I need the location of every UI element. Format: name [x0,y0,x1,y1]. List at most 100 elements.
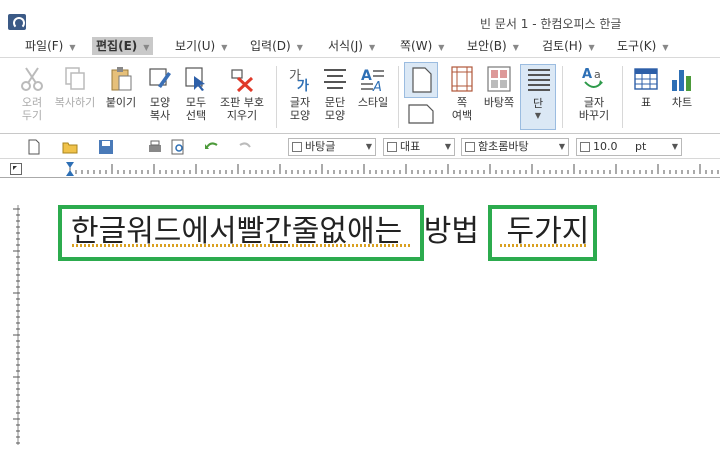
landscape-page-icon [408,104,434,124]
char-replace-icon: A a [582,67,603,88]
chevron-down-icon: ▼ [588,43,595,52]
tab-type-icon[interactable] [10,163,22,175]
highlight-box [58,205,424,261]
style-label: 스타일 [357,96,389,109]
language-select[interactable]: 대표 ▼ [383,138,455,156]
language-select-value: 대표 [400,140,421,153]
ribbon-separator [398,66,399,128]
chevron-down-icon: ▼ [221,43,228,52]
redo-icon[interactable] [238,139,254,155]
menu-item[interactable]: 도구(K) ▼ [617,37,668,55]
select-all-icon [185,67,205,91]
char-shape-icon: 가 가 [289,69,309,92]
chevron-down-icon: ▼ [69,43,76,52]
chevron-down-icon: ▼ [534,111,542,120]
menu-item[interactable]: 편집(E) ▼ [92,37,154,55]
style-select[interactable]: 바탕글 ▼ [288,138,376,156]
save-disk-icon[interactable] [98,139,114,155]
column-label: 단 [532,97,544,110]
format-brush-icon [149,68,171,88]
paragraph-icon [324,69,346,89]
chart-button[interactable]: 차트 [662,64,702,130]
scissors-icon [21,67,43,91]
ruler-ticks [66,162,719,176]
select-all-label: 모두 선택 [185,96,207,122]
menu-item-label: 보안(B) [467,39,507,53]
open-folder-icon[interactable] [62,139,78,155]
chevron-down-icon: ▼ [143,43,150,52]
menu-item-label: 파일(F) [25,39,64,53]
menu-item[interactable]: 보기(U) ▼ [175,37,227,55]
paragraph-style-icon [292,142,302,152]
menu-item[interactable]: 파일(F) ▼ [25,37,76,55]
menu-item-label: 검토(H) [542,39,583,53]
cut-button[interactable]: 오려 두기 [12,64,52,130]
select-all-button[interactable]: 모두 선택 [176,64,216,130]
menu-item[interactable]: 입력(D) ▼ [250,37,303,55]
font-size-icon [580,142,590,152]
window-title: 빈 문서 1 - 한컴오피스 한글 [480,17,622,31]
print-preview-icon[interactable] [170,139,186,155]
menu-item-label: 편집(E) [96,39,138,53]
menu-item[interactable]: 쪽(W) ▼ [400,37,444,55]
background-page-icon [487,66,511,92]
style-button[interactable]: A A 스타일 [353,64,393,130]
svg-text:A: A [372,80,382,92]
portrait-page-icon [412,67,432,93]
chevron-down-icon: ▼ [438,43,445,52]
chevron-down-icon: ▼ [368,43,376,52]
font-size-value: 10.0 [593,140,618,153]
app-window: 빈 문서 1 - 한컴오피스 한글 파일(F) ▼ 편집(E) ▼ 보기(U) ▼ 입력(D… [0,0,720,453]
svg-text:A: A [582,67,592,82]
chart-label: 차트 [671,96,693,109]
delete-markup-label: 조판 부호 지우기 [220,96,264,122]
font-size-select[interactable]: 10.0 pt ▼ [576,138,682,156]
hancom-logo-icon [8,14,26,30]
print-icon[interactable] [147,139,163,155]
columns-icon [528,69,550,91]
font-icon [465,142,475,152]
menu-item-label: 도구(K) [617,39,657,53]
ribbon: 오려 두기 복사하기 붙이기 모양 복사 모두 선택 조판 부호 지우기 가 가… [0,58,720,134]
highlight-box [488,205,597,261]
menu-item[interactable]: 보안(B) ▼ [467,37,519,55]
menu-item[interactable]: 검토(H) ▼ [542,37,595,55]
vertical-ruler[interactable] [11,205,25,445]
bar-chart-icon [672,70,691,91]
menu-item-label: 쪽(W) [400,39,433,53]
svg-text:A: A [361,68,372,84]
copy-label: 복사하기 [54,96,96,109]
paste-clipboard-icon [111,67,132,91]
page-margin-icon [451,66,473,92]
chevron-down-icon: ▼ [558,142,565,151]
char-replace-label: 글자 바꾸기 [578,96,610,122]
chevron-down-icon: ▼ [671,142,678,151]
ribbon-separator [562,66,563,128]
delete-markup-button[interactable]: 조판 부호 지우기 [220,64,264,130]
language-icon [387,142,397,152]
undo-icon[interactable] [203,139,219,155]
font-select[interactable]: 함초롬바탕 ▼ [461,138,569,156]
column-button[interactable]: 단 ▼ [520,64,556,130]
delete-x-icon [231,69,254,92]
menu-item-label: 보기(U) [175,39,216,53]
menu-item-label: 서식(J) [328,39,363,53]
page-portrait-button[interactable] [404,62,438,98]
svg-text:가: 가 [297,79,309,92]
format-toolbar: 바탕글 ▼ 대표 ▼ 함초롬바탕 ▼ 10.0 pt ▼ [0,135,720,159]
copy-button[interactable]: 복사하기 [55,64,95,130]
char-replace-button[interactable]: A a 글자 바꾸기 [574,64,614,130]
font-size-unit: pt [635,140,647,153]
table-icon [634,68,658,90]
chevron-down-icon: ▼ [512,43,519,52]
page-landscape-button[interactable] [404,100,438,130]
chevron-down-icon: ▼ [662,43,669,52]
new-document-icon[interactable] [26,139,42,155]
title-bar: 빈 문서 1 - 한컴오피스 한글 [0,10,720,34]
text-segment-2: 방법 [423,214,479,249]
horizontal-ruler[interactable] [0,160,720,178]
menu-item[interactable]: 서식(J) ▼ [328,37,375,55]
background-page-button[interactable]: 바탕쪽 [479,64,519,130]
chevron-down-icon: ▼ [444,142,451,151]
chevron-down-icon: ▼ [365,142,372,151]
